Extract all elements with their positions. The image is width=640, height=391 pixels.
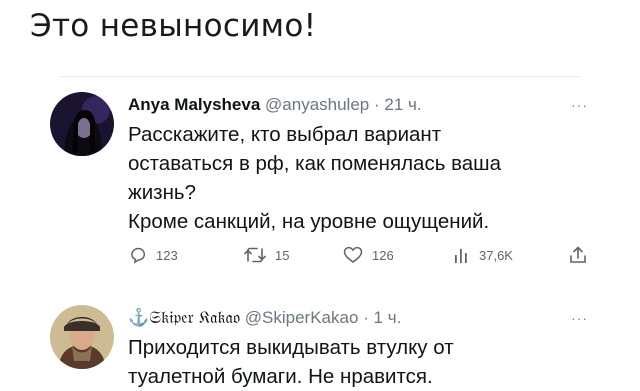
heart-icon — [343, 246, 363, 263]
tweet1-author-name[interactable]: Anya Malysheva — [128, 95, 260, 114]
avatar-anya[interactable] — [50, 92, 114, 156]
tweet1-text: Расскажите, кто выбрал вариант оставатьс… — [128, 123, 501, 233]
views-count: 37,6K — [479, 247, 513, 263]
like-count: 126 — [372, 247, 394, 263]
more-icon[interactable]: ··· — [571, 97, 588, 113]
tweet2-header: ⚓𝔖𝔨𝔦𝔭𝔢𝔯 𝔎𝔞𝔨𝔞𝔬 @SkiperKakao · 1 ч. — [128, 308, 402, 328]
tweet2-text: Приходится выкидывать втулку от туалетно… — [128, 336, 454, 388]
views-chart-icon — [455, 249, 467, 263]
tweet1-time[interactable]: 21 ч. — [384, 95, 421, 114]
tweet1-handle[interactable]: @anyashulep — [265, 95, 369, 114]
tweet2-author-name[interactable]: ⚓𝔖𝔨𝔦𝔭𝔢𝔯 𝔎𝔞𝔨𝔞𝔬 — [128, 308, 240, 328]
tweet1-header: Anya Malysheva @anyashulep · 21 ч. — [128, 95, 422, 114]
share-icon — [570, 246, 586, 263]
share-button[interactable] — [568, 245, 588, 265]
reply-count: 123 — [156, 247, 178, 263]
retweet-icon — [244, 247, 266, 263]
retweet-button[interactable]: 15 — [243, 245, 289, 265]
tweet2-handle[interactable]: @SkiperKakao — [245, 308, 359, 327]
divider — [60, 76, 580, 77]
reply-icon — [131, 247, 146, 264]
tweet1-actions: 123 15 126 37,6K — [128, 245, 598, 271]
tweet2-time[interactable]: 1 ч. — [374, 308, 402, 327]
reply-button[interactable]: 123 — [128, 245, 178, 265]
post-headline: Это невыносимо! — [30, 8, 317, 44]
avatar-skiper[interactable] — [50, 305, 114, 369]
views-button[interactable]: 37,6K — [453, 245, 513, 265]
more-icon-2[interactable]: ··· — [571, 310, 588, 326]
like-button[interactable]: 126 — [342, 245, 394, 265]
retweet-count: 15 — [275, 247, 290, 263]
